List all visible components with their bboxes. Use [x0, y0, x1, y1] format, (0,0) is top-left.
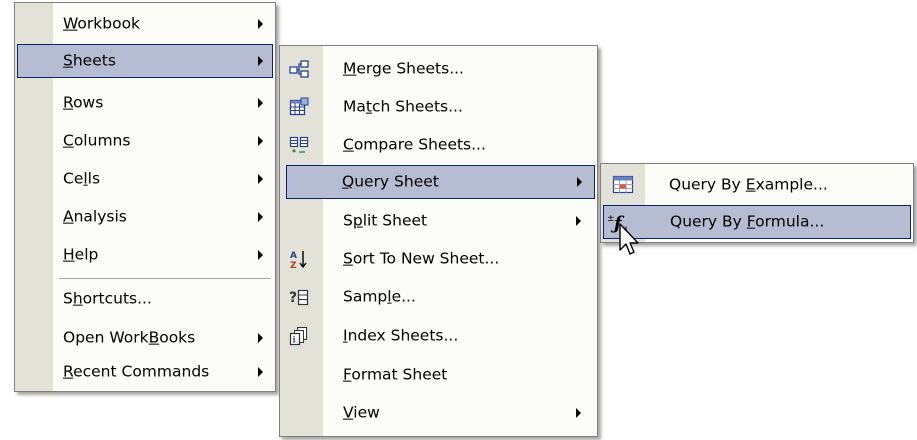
- svg-text:Z: Z: [290, 261, 297, 269]
- menu-item-query-sheet[interactable]: Query Sheet: [286, 165, 595, 199]
- menu-item-label: Analysis: [63, 207, 127, 226]
- menu-item-label: Split Sheet: [343, 211, 428, 230]
- submenu-arrow-icon: [258, 56, 263, 66]
- submenu-arrow-icon: [258, 212, 263, 222]
- menu-item-label: Query Sheet: [342, 172, 439, 191]
- submenu-arrow-icon: [258, 136, 263, 146]
- menu-item-sheets[interactable]: Sheets: [17, 44, 273, 78]
- menu-item-label: Open WorkBooks: [63, 328, 196, 347]
- submenu-arrow-icon: [258, 174, 263, 184]
- menu-item-label: Sort To New Sheet...: [343, 249, 500, 268]
- match-sheets-icon: [289, 97, 309, 116]
- submenu-arrow-icon: [576, 408, 581, 418]
- menu-separator: [59, 278, 271, 279]
- svg-text:?: ?: [289, 290, 297, 306]
- merge-sheets-icon: [289, 60, 309, 78]
- svg-text:i: i: [293, 335, 296, 345]
- svg-text:A: A: [290, 251, 297, 261]
- menu-item-label: Sheets: [63, 51, 116, 70]
- menu-item-label: Query By Formula...: [670, 212, 825, 231]
- menu-item-query-by-example[interactable]: Query By Example...: [603, 168, 911, 202]
- index-sheets-icon: i: [289, 327, 307, 346]
- sample-icon: ?: [289, 289, 309, 306]
- menu-item-columns[interactable]: Columns: [17, 124, 273, 158]
- submenu-arrow-icon: [258, 19, 263, 29]
- menu-item-label: Format Sheet: [343, 365, 448, 384]
- menu-item-help[interactable]: Help: [17, 238, 273, 272]
- menu-item-match-sheets[interactable]: Match Sheets...: [282, 90, 595, 124]
- menu-item-recent-commands[interactable]: Recent Commands: [17, 355, 273, 389]
- menu-item-label: Shortcuts...: [63, 289, 152, 308]
- menu-item-shortcuts[interactable]: Shortcuts...: [17, 282, 273, 316]
- menu-item-label: Recent Commands: [63, 362, 210, 381]
- submenu-arrow-icon: [258, 367, 263, 377]
- submenu-arrow-icon: [577, 177, 582, 187]
- menu-item-label: Compare Sheets...: [343, 135, 486, 154]
- menu-item-label: Sample...: [343, 287, 416, 306]
- menu-item-label: View: [343, 403, 380, 422]
- menu-item-split-sheet[interactable]: Split Sheet: [282, 204, 595, 238]
- menu-item-rows[interactable]: Rows: [17, 86, 273, 120]
- query-by-example-icon: [612, 175, 634, 194]
- submenu-arrow-icon: [258, 333, 263, 343]
- menu-item-sort-to-new-sheet[interactable]: A Z Sort To New Sheet...: [282, 242, 595, 276]
- menu-item-format-sheet[interactable]: Format Sheet: [282, 358, 595, 392]
- menu-item-label: Help: [63, 245, 99, 264]
- main-menu: Workbook Sheets Rows Columns Cells Analy…: [14, 2, 276, 392]
- menu-item-label: Merge Sheets...: [343, 59, 464, 78]
- menu-item-label: Rows: [63, 93, 104, 112]
- query-sheet-submenu: Query By Example... ± ƒ x Query By Formu…: [600, 163, 914, 243]
- menu-item-label: Columns: [63, 131, 131, 150]
- mouse-pointer-icon: [619, 223, 639, 255]
- submenu-arrow-icon: [258, 250, 263, 260]
- menu-item-sample[interactable]: ? Sample...: [282, 280, 595, 314]
- menu-item-label: Workbook: [63, 14, 141, 33]
- submenu-arrow-icon: [576, 216, 581, 226]
- menu-item-label: Index Sheets...: [343, 326, 459, 345]
- menu-item-query-by-formula[interactable]: ± ƒ x Query By Formula...: [603, 205, 911, 239]
- menu-item-workbook[interactable]: Workbook: [17, 7, 273, 41]
- menu-item-index-sheets[interactable]: i Index Sheets...: [282, 319, 595, 353]
- menu-item-analysis[interactable]: Analysis: [17, 200, 273, 234]
- menu-item-merge-sheets[interactable]: Merge Sheets...: [282, 52, 595, 86]
- menu-item-open-workbooks[interactable]: Open WorkBooks: [17, 321, 273, 355]
- menu-item-label: Match Sheets...: [343, 97, 463, 116]
- menu-item-view[interactable]: View: [282, 396, 595, 430]
- menu-item-cells[interactable]: Cells: [17, 162, 273, 196]
- compare-sheets-icon: [289, 136, 309, 153]
- menu-item-compare-sheets[interactable]: Compare Sheets...: [282, 128, 595, 162]
- menu-item-label: Query By Example...: [669, 175, 828, 194]
- submenu-arrow-icon: [258, 98, 263, 108]
- sheets-submenu: Merge Sheets... Match Sheets... Compare …: [279, 45, 598, 437]
- sort-az-icon: A Z: [290, 251, 307, 269]
- menu-item-label: Cells: [63, 169, 101, 188]
